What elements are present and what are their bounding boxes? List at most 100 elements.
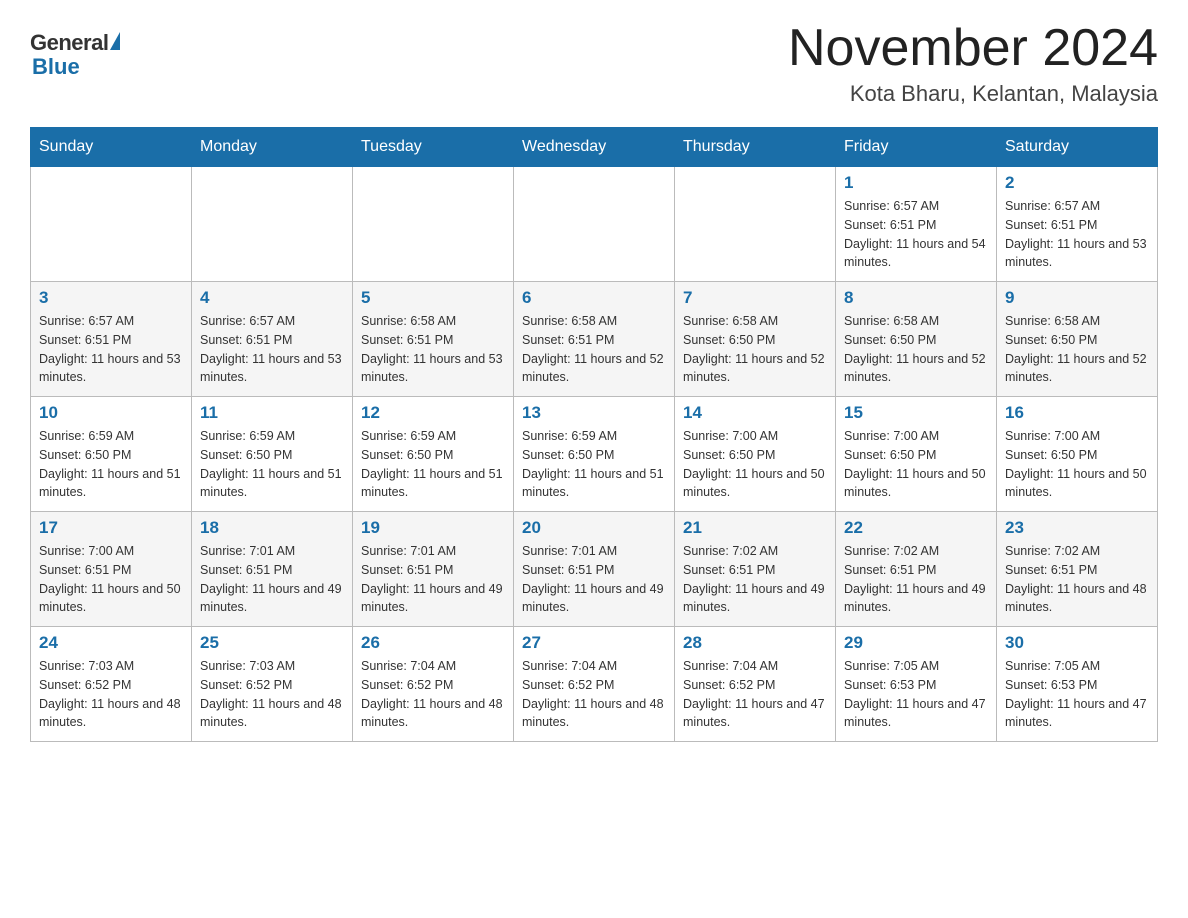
day-info: Sunrise: 6:57 AMSunset: 6:51 PMDaylight:… xyxy=(1005,197,1149,272)
calendar-cell: 13Sunrise: 6:59 AMSunset: 6:50 PMDayligh… xyxy=(514,397,675,512)
calendar-header-row: SundayMondayTuesdayWednesdayThursdayFrid… xyxy=(31,128,1158,167)
calendar-cell: 10 Sunrise: 6:59 AMSunset: 6:50 PMDayligh… xyxy=(31,397,192,512)
logo: General Blue xyxy=(30,30,120,80)
calendar-cell: 2 Sunrise: 6:57 AMSunset: 6:51 PMDaylight… xyxy=(997,167,1158,282)
calendar-cell xyxy=(192,167,353,282)
calendar-cell: 26 Sunrise: 7:04 AMSunset: 6:52 PMDayligh… xyxy=(353,627,514,742)
calendar-cell: 7 Sunrise: 6:58 AMSunset: 6:50 PMDaylight… xyxy=(675,282,836,397)
day-number: 1 xyxy=(844,173,988,193)
calendar-cell: 23 Sunrise: 7:02 AMSunset: 6:51 PMDayligh… xyxy=(997,512,1158,627)
calendar-cell: 4 Sunrise: 6:57 AMSunset: 6:51 PMDaylight… xyxy=(192,282,353,397)
calendar-cell: 5 Sunrise: 6:58 AMSunset: 6:51 PMDaylight… xyxy=(353,282,514,397)
day-info: Sunrise: 7:01 AMSunset: 6:51 PMDaylight:… xyxy=(361,542,505,617)
day-info: Sunrise: 6:58 AMSunset: 6:50 PMDaylight:… xyxy=(683,312,827,387)
day-info: Sunrise: 6:59 AMSunset: 6:50 PMDaylight:… xyxy=(522,427,666,502)
calendar-header-wednesday: Wednesday xyxy=(514,128,675,167)
calendar-header-saturday: Saturday xyxy=(997,128,1158,167)
calendar-cell xyxy=(514,167,675,282)
calendar-cell: 25 Sunrise: 7:03 AMSunset: 6:52 PMDayligh… xyxy=(192,627,353,742)
calendar-cell: 18 Sunrise: 7:01 AMSunset: 6:51 PMDayligh… xyxy=(192,512,353,627)
day-number: 21 xyxy=(683,518,827,538)
day-info: Sunrise: 6:57 AMSunset: 6:51 PMDaylight:… xyxy=(844,197,988,272)
calendar-cell: 6Sunrise: 6:58 AMSunset: 6:51 PMDaylight… xyxy=(514,282,675,397)
calendar-header-monday: Monday xyxy=(192,128,353,167)
logo-general-text: General xyxy=(30,30,108,56)
day-number: 20 xyxy=(522,518,666,538)
day-number: 4 xyxy=(200,288,344,308)
day-info: Sunrise: 7:01 AMSunset: 6:51 PMDaylight:… xyxy=(200,542,344,617)
day-number: 22 xyxy=(844,518,988,538)
calendar-header-thursday: Thursday xyxy=(675,128,836,167)
day-number: 7 xyxy=(683,288,827,308)
calendar-cell: 16Sunrise: 7:00 AMSunset: 6:50 PMDayligh… xyxy=(997,397,1158,512)
day-number: 9 xyxy=(1005,288,1149,308)
day-number: 26 xyxy=(361,633,505,653)
day-number: 24 xyxy=(39,633,183,653)
calendar-cell: 20 Sunrise: 7:01 AMSunset: 6:51 PMDayligh… xyxy=(514,512,675,627)
location-title: Kota Bharu, Kelantan, Malaysia xyxy=(788,81,1158,107)
day-number: 8 xyxy=(844,288,988,308)
day-info: Sunrise: 6:58 AMSunset: 6:51 PMDaylight:… xyxy=(361,312,505,387)
calendar-cell xyxy=(31,167,192,282)
calendar-cell: 24Sunrise: 7:03 AMSunset: 6:52 PMDayligh… xyxy=(31,627,192,742)
day-number: 15 xyxy=(844,403,988,423)
calendar-cell xyxy=(675,167,836,282)
day-info: Sunrise: 7:02 AMSunset: 6:51 PMDaylight:… xyxy=(683,542,827,617)
day-info: Sunrise: 6:57 AMSunset: 6:51 PMDaylight:… xyxy=(39,312,183,387)
day-number: 23 xyxy=(1005,518,1149,538)
day-info: Sunrise: 7:02 AMSunset: 6:51 PMDaylight:… xyxy=(844,542,988,617)
day-info: Sunrise: 7:00 AMSunset: 6:50 PMDaylight:… xyxy=(844,427,988,502)
day-number: 10 xyxy=(39,403,183,423)
calendar-cell: 30Sunrise: 7:05 AMSunset: 6:53 PMDayligh… xyxy=(997,627,1158,742)
calendar-cell xyxy=(353,167,514,282)
calendar-week-row: 1 Sunrise: 6:57 AMSunset: 6:51 PMDaylight… xyxy=(31,167,1158,282)
calendar-cell: 29Sunrise: 7:05 AMSunset: 6:53 PMDayligh… xyxy=(836,627,997,742)
calendar-cell: 22 Sunrise: 7:02 AMSunset: 6:51 PMDayligh… xyxy=(836,512,997,627)
day-info: Sunrise: 7:02 AMSunset: 6:51 PMDaylight:… xyxy=(1005,542,1149,617)
day-info: Sunrise: 6:59 AMSunset: 6:50 PMDaylight:… xyxy=(200,427,344,502)
title-block: November 2024 Kota Bharu, Kelantan, Mala… xyxy=(788,20,1158,107)
calendar-header-friday: Friday xyxy=(836,128,997,167)
calendar-header-tuesday: Tuesday xyxy=(353,128,514,167)
day-number: 14 xyxy=(683,403,827,423)
page-header: General Blue November 2024 Kota Bharu, K… xyxy=(30,20,1158,107)
day-number: 17 xyxy=(39,518,183,538)
day-number: 25 xyxy=(200,633,344,653)
calendar-table: SundayMondayTuesdayWednesdayThursdayFrid… xyxy=(30,127,1158,742)
day-info: Sunrise: 7:04 AMSunset: 6:52 PMDaylight:… xyxy=(361,657,505,732)
day-info: Sunrise: 6:58 AMSunset: 6:51 PMDaylight:… xyxy=(522,312,666,387)
day-number: 16 xyxy=(1005,403,1149,423)
day-info: Sunrise: 6:58 AMSunset: 6:50 PMDaylight:… xyxy=(844,312,988,387)
day-info: Sunrise: 6:58 AMSunset: 6:50 PMDaylight:… xyxy=(1005,312,1149,387)
day-number: 19 xyxy=(361,518,505,538)
logo-triangle-icon xyxy=(110,32,120,50)
day-info: Sunrise: 6:59 AMSunset: 6:50 PMDaylight:… xyxy=(39,427,183,502)
calendar-week-row: 17 Sunrise: 7:00 AMSunset: 6:51 PMDayligh… xyxy=(31,512,1158,627)
logo-blue-text: Blue xyxy=(32,54,80,80)
calendar-cell: 27Sunrise: 7:04 AMSunset: 6:52 PMDayligh… xyxy=(514,627,675,742)
day-info: Sunrise: 7:04 AMSunset: 6:52 PMDaylight:… xyxy=(683,657,827,732)
day-number: 18 xyxy=(200,518,344,538)
calendar-cell: 28 Sunrise: 7:04 AMSunset: 6:52 PMDayligh… xyxy=(675,627,836,742)
day-number: 29 xyxy=(844,633,988,653)
calendar-cell: 11 Sunrise: 6:59 AMSunset: 6:50 PMDayligh… xyxy=(192,397,353,512)
calendar-cell: 19 Sunrise: 7:01 AMSunset: 6:51 PMDayligh… xyxy=(353,512,514,627)
day-info: Sunrise: 7:04 AMSunset: 6:52 PMDaylight:… xyxy=(522,657,666,732)
calendar-cell: 12Sunrise: 6:59 AMSunset: 6:50 PMDayligh… xyxy=(353,397,514,512)
calendar-cell: 3 Sunrise: 6:57 AMSunset: 6:51 PMDaylight… xyxy=(31,282,192,397)
day-info: Sunrise: 6:57 AMSunset: 6:51 PMDaylight:… xyxy=(200,312,344,387)
calendar-cell: 9 Sunrise: 6:58 AMSunset: 6:50 PMDaylight… xyxy=(997,282,1158,397)
calendar-cell: 17 Sunrise: 7:00 AMSunset: 6:51 PMDayligh… xyxy=(31,512,192,627)
calendar-week-row: 3 Sunrise: 6:57 AMSunset: 6:51 PMDaylight… xyxy=(31,282,1158,397)
day-info: Sunrise: 7:01 AMSunset: 6:51 PMDaylight:… xyxy=(522,542,666,617)
day-number: 2 xyxy=(1005,173,1149,193)
day-info: Sunrise: 6:59 AMSunset: 6:50 PMDaylight:… xyxy=(361,427,505,502)
day-info: Sunrise: 7:03 AMSunset: 6:52 PMDaylight:… xyxy=(200,657,344,732)
day-number: 28 xyxy=(683,633,827,653)
day-number: 11 xyxy=(200,403,344,423)
calendar-cell: 15 Sunrise: 7:00 AMSunset: 6:50 PMDayligh… xyxy=(836,397,997,512)
day-number: 3 xyxy=(39,288,183,308)
calendar-cell: 1 Sunrise: 6:57 AMSunset: 6:51 PMDaylight… xyxy=(836,167,997,282)
day-info: Sunrise: 7:00 AMSunset: 6:51 PMDaylight:… xyxy=(39,542,183,617)
day-number: 5 xyxy=(361,288,505,308)
